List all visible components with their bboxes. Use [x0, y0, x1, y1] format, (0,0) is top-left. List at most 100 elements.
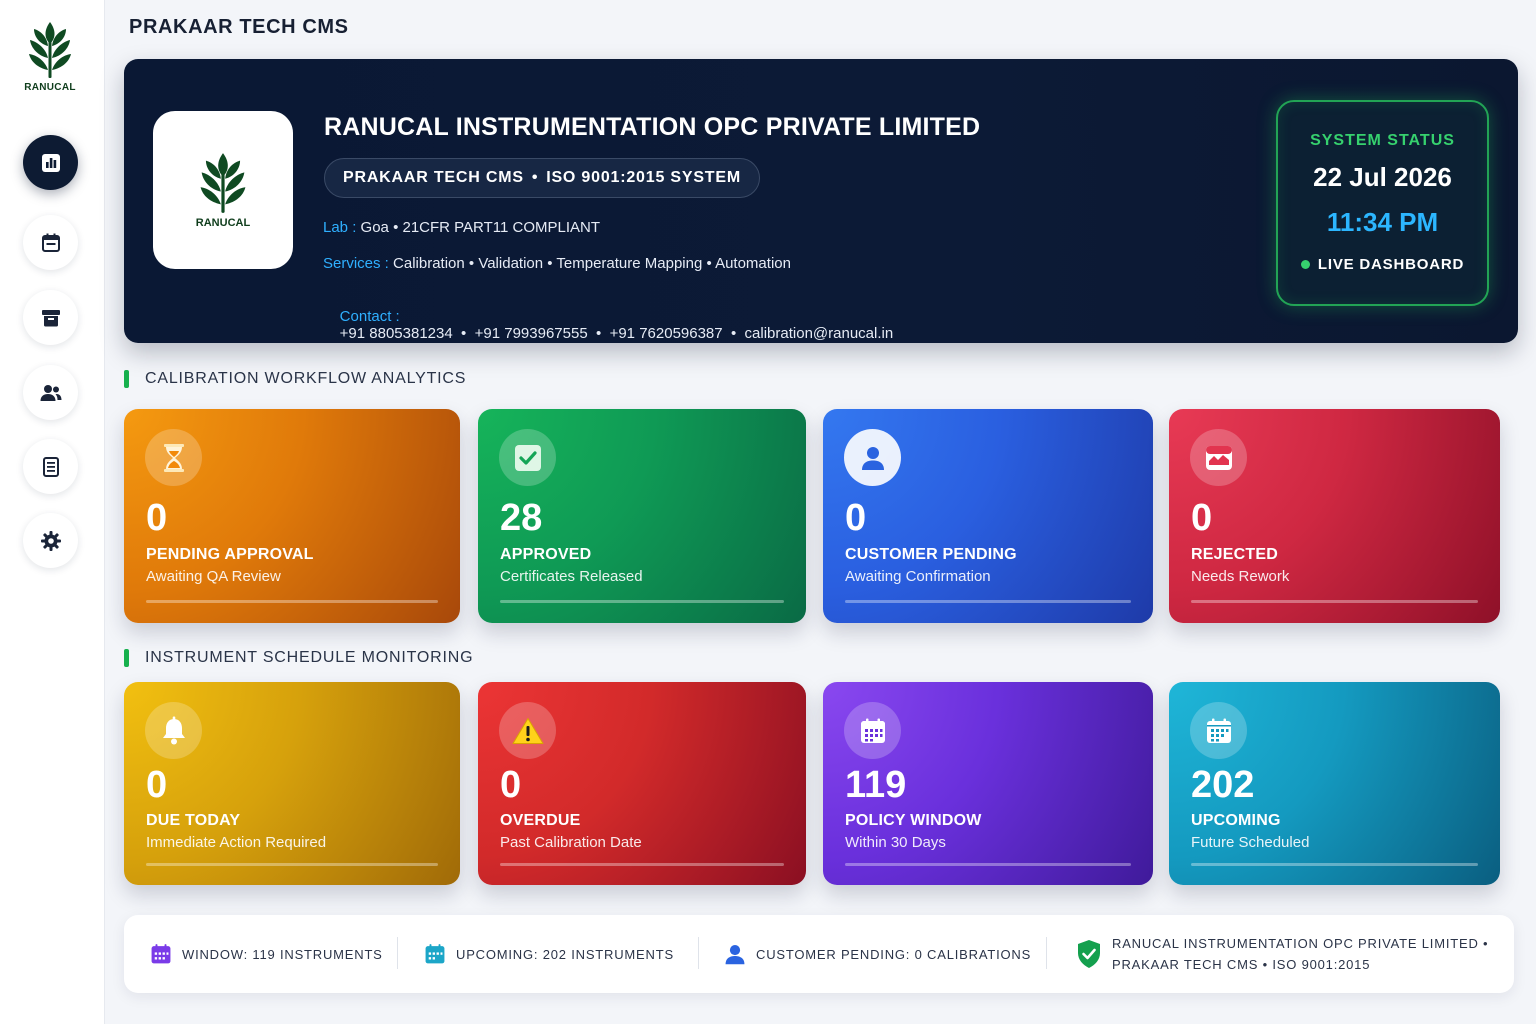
- system-badge-left: PRAKAAR TECH CMS: [343, 169, 524, 186]
- footer-company-line1: RANUCAL INSTRUMENTATION OPC PRIVATE LIMI…: [1112, 936, 1489, 951]
- system-status-panel: SYSTEM STATUS 22 Jul 2026 11:34 PM LIVE …: [1276, 100, 1489, 306]
- calendar-icon: [425, 944, 445, 964]
- calendar-icon: [41, 233, 60, 252]
- users-icon: [40, 384, 61, 401]
- live-dashboard-indicator: LIVE DASHBOARD: [1278, 256, 1487, 273]
- pending-approval-title: PENDING APPROVAL: [146, 546, 314, 563]
- upcoming-title: UPCOMING: [1191, 812, 1281, 829]
- upcoming-progress-track: [1191, 863, 1478, 866]
- upcoming-subtitle: Future Scheduled: [1191, 834, 1310, 851]
- checkbox-icon: [514, 444, 541, 471]
- policy-window-icon-wrap: [844, 702, 901, 759]
- overdue-progress-track: [500, 863, 784, 866]
- customer-pending-title: CUSTOMER PENDING: [845, 546, 1017, 563]
- approved-progress-track: [500, 600, 784, 603]
- footer-window-text: WINDOW: 119 INSTRUMENTS: [182, 946, 383, 962]
- workflow-section-header: CALIBRATION WORKFLOW ANALYTICS: [124, 370, 466, 388]
- system-status-title: SYSTEM STATUS: [1310, 132, 1455, 149]
- calendar-icon: [1206, 718, 1231, 743]
- section-accent-bar: [124, 370, 129, 388]
- system-badge: PRAKAAR TECH CMS • ISO 9001:2015 SYSTEM: [324, 158, 760, 198]
- pending-approval-card[interactable]: 0 PENDING APPROVAL Awaiting QA Review: [124, 409, 460, 623]
- footer-divider: [1046, 937, 1047, 969]
- bell-icon: [162, 716, 185, 744]
- approved-subtitle: Certificates Released: [500, 568, 643, 585]
- policy-window-progress-track: [845, 863, 1131, 866]
- due-today-title: DUE TODAY: [146, 812, 241, 829]
- company-hero-banner: RANUCAL RANUCAL INSTRUMENTATION OPC PRIV…: [124, 59, 1518, 343]
- warning-icon: [512, 717, 543, 744]
- lab-value: Goa • 21CFR PART11 COMPLIANT: [360, 219, 601, 236]
- lab-label: Lab :: [323, 219, 357, 236]
- footer-upcoming-summary: UPCOMING: 202 INSTRUMENTS: [424, 915, 674, 993]
- nav-customers[interactable]: [23, 365, 78, 420]
- approved-card[interactable]: 28 APPROVED Certificates Released: [478, 409, 806, 623]
- pending-approval-count: 0: [146, 497, 168, 539]
- policy-window-card[interactable]: 119 POLICY WINDOW Within 30 Days: [823, 682, 1153, 885]
- due-today-count: 0: [146, 764, 168, 806]
- system-badge-right: ISO 9001:2015 SYSTEM: [546, 169, 741, 186]
- overdue-title: OVERDUE: [500, 812, 581, 829]
- footer-customer-text: CUSTOMER PENDING: 0 CALIBRATIONS: [756, 946, 1032, 962]
- broken-image-icon: [1205, 445, 1232, 470]
- footer-window-summary: WINDOW: 119 INSTRUMENTS: [150, 915, 383, 993]
- customer-pending-card[interactable]: 0 CUSTOMER PENDING Awaiting Confirmation: [823, 409, 1153, 623]
- live-dot-icon: [1300, 260, 1310, 269]
- schedule-section-header: INSTRUMENT SCHEDULE MONITORING: [124, 649, 473, 667]
- approved-title: APPROVED: [500, 546, 592, 563]
- leaf-logo-icon: [200, 153, 246, 213]
- footer-company-summary: RANUCAL INSTRUMENTATION OPC PRIVATE LIMI…: [1076, 915, 1488, 993]
- page-title: PRAKAAR TECH CMS: [129, 16, 349, 38]
- customer-pending-subtitle: Awaiting Confirmation: [845, 568, 991, 585]
- overdue-card[interactable]: 0 OVERDUE Past Calibration Date: [478, 682, 806, 885]
- rejected-card[interactable]: 0 REJECTED Needs Rework: [1169, 409, 1500, 623]
- footer-upcoming-text: UPCOMING: 202 INSTRUMENTS: [456, 946, 674, 962]
- policy-window-subtitle: Within 30 Days: [845, 834, 946, 851]
- calendar-grid-icon: [860, 718, 885, 743]
- system-status-date: 22 Jul 2026: [1313, 162, 1452, 192]
- contact-label: Contact :: [339, 308, 400, 325]
- document-icon: [42, 456, 59, 477]
- services-label: Services :: [323, 255, 389, 272]
- brand-logo[interactable]: RANUCAL: [22, 20, 78, 96]
- brand-logo-text: RANUCAL: [24, 82, 76, 93]
- contact-info: Contact : +91 8805381234 • +91 799396755…: [323, 291, 894, 359]
- due-today-card[interactable]: 0 DUE TODAY Immediate Action Required: [124, 682, 460, 885]
- shield-check-icon: [1078, 940, 1100, 968]
- pending-approval-icon-wrap: [145, 429, 202, 486]
- user-icon: [725, 944, 745, 965]
- live-dashboard-label: LIVE DASHBOARD: [1317, 256, 1465, 273]
- schedule-section-title: INSTRUMENT SCHEDULE MONITORING: [145, 649, 474, 666]
- archive-icon: [41, 309, 60, 326]
- nav-reports[interactable]: [23, 439, 78, 494]
- customer-pending-count: 0: [845, 497, 867, 539]
- contact-value: +91 8805381234 • +91 7993967555 • +91 76…: [339, 325, 894, 342]
- bar-chart-icon: [41, 153, 60, 172]
- upcoming-count: 202: [1191, 764, 1255, 806]
- nav-calendar[interactable]: [23, 215, 78, 270]
- nav-settings[interactable]: [23, 513, 78, 568]
- sidebar: RANUCAL: [0, 0, 105, 1024]
- footer-divider: [698, 937, 699, 969]
- due-today-subtitle: Immediate Action Required: [146, 834, 327, 851]
- footer-customer-summary: CUSTOMER PENDING: 0 CALIBRATIONS: [724, 915, 1031, 993]
- workflow-section-title: CALIBRATION WORKFLOW ANALYTICS: [145, 370, 467, 387]
- overdue-count: 0: [500, 764, 522, 806]
- upcoming-card[interactable]: 202 UPCOMING Future Scheduled: [1169, 682, 1500, 885]
- section-accent-bar: [124, 649, 129, 667]
- footer-company-line2: PRAKAAR TECH CMS • ISO 9001:2015: [1112, 957, 1371, 972]
- rejected-icon-wrap: [1190, 429, 1247, 486]
- services-info: Services : Calibration • Validation • Te…: [323, 255, 791, 272]
- upcoming-icon-wrap: [1190, 702, 1247, 759]
- rejected-subtitle: Needs Rework: [1191, 568, 1290, 585]
- nav-dashboard[interactable]: [23, 135, 78, 190]
- pending-approval-progress-track: [146, 600, 438, 603]
- calendar-grid-icon: [151, 944, 171, 964]
- footer-divider: [397, 937, 398, 969]
- rejected-title: REJECTED: [1191, 546, 1278, 563]
- hourglass-icon: [163, 443, 184, 472]
- policy-window-title: POLICY WINDOW: [845, 812, 982, 829]
- footer-company-text: RANUCAL INSTRUMENTATION OPC PRIVATE LIMI…: [1112, 933, 1488, 975]
- nav-archive[interactable]: [23, 290, 78, 345]
- company-logo: RANUCAL: [153, 111, 293, 269]
